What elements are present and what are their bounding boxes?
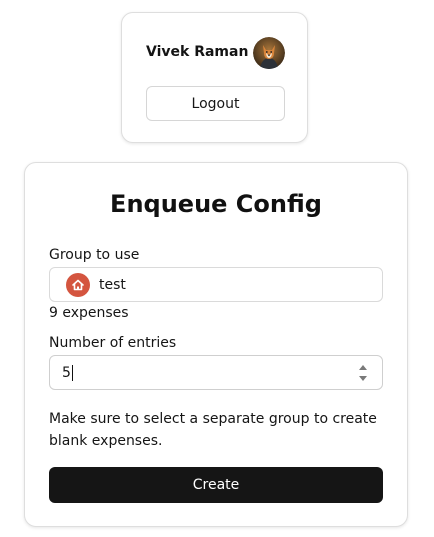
logout-button[interactable]: Logout [146,86,285,121]
help-text: Make sure to select a separate group to … [49,411,377,449]
home-icon [72,279,84,290]
group-select[interactable]: test [49,267,383,302]
entries-value-text: 5 [62,364,71,381]
user-card: Vivek Raman Logout [121,12,308,143]
entries-label: Number of entries [49,335,177,351]
spin-up-icon[interactable] [359,365,367,370]
group-selected-value: test [99,276,126,293]
create-button[interactable]: Create [49,467,383,503]
entries-number-input[interactable]: 5 [49,355,383,390]
expense-count: 9 expenses [49,305,129,321]
card-title: Enqueue Config [110,190,322,218]
user-name: Vivek Raman [146,44,249,60]
group-label: Group to use [49,247,140,263]
spin-down-icon[interactable] [359,376,367,381]
avatar[interactable] [253,37,285,69]
text-caret [71,364,73,381]
user-avatar-icon [253,37,285,69]
entries-value: 5 [62,364,73,381]
enqueue-config-card: Enqueue Config Group to use test 9 expen… [24,162,408,527]
group-avatar [66,272,90,297]
number-spinner[interactable] [358,365,368,381]
